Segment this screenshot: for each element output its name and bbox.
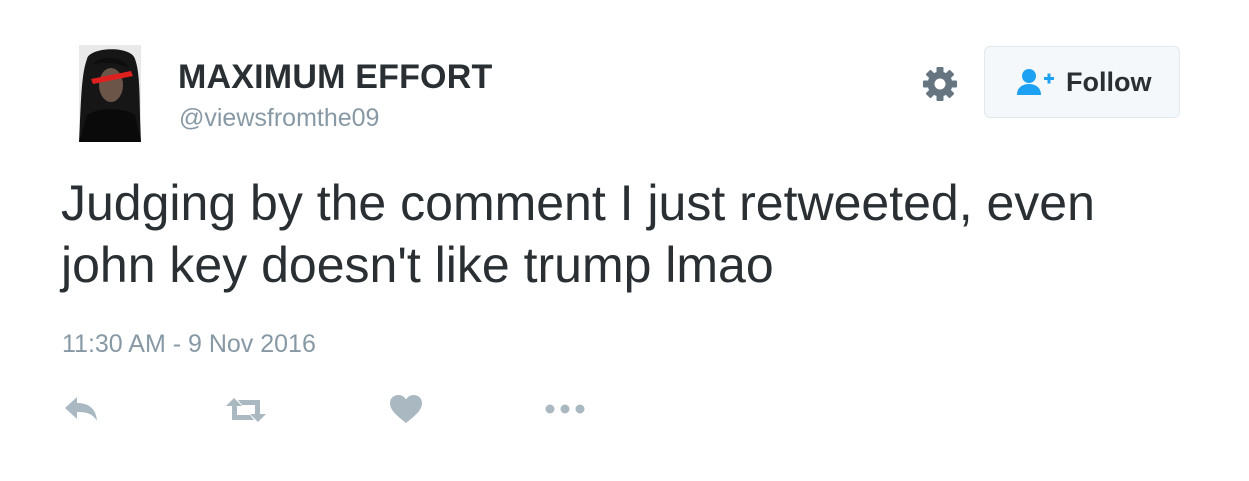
tweet-card: MAXIMUM EFFORT @viewsfromthe09 Follow Ju… [0, 0, 1249, 481]
retweet-button[interactable] [224, 390, 268, 430]
gear-icon[interactable] [920, 64, 960, 104]
avatar[interactable] [79, 45, 141, 142]
retweet-icon [224, 390, 268, 430]
follow-button[interactable]: Follow [984, 46, 1180, 118]
follow-button-label: Follow [1066, 67, 1152, 97]
reply-button[interactable] [62, 390, 102, 430]
display-name[interactable]: MAXIMUM EFFORT [178, 58, 492, 97]
follow-user-icon [1017, 67, 1057, 99]
more-button[interactable] [543, 390, 587, 430]
reply-icon [62, 390, 102, 430]
user-handle[interactable]: @viewsfromthe09 [179, 104, 379, 133]
tweet-text: Judging by the comment I just retweeted,… [61, 175, 1095, 293]
tweet-timestamp[interactable]: 11:30 AM - 9 Nov 2016 [62, 330, 316, 359]
like-button[interactable] [388, 390, 424, 430]
heart-icon [388, 390, 424, 430]
more-dots-icon [543, 390, 587, 430]
avatar-image [79, 45, 141, 142]
